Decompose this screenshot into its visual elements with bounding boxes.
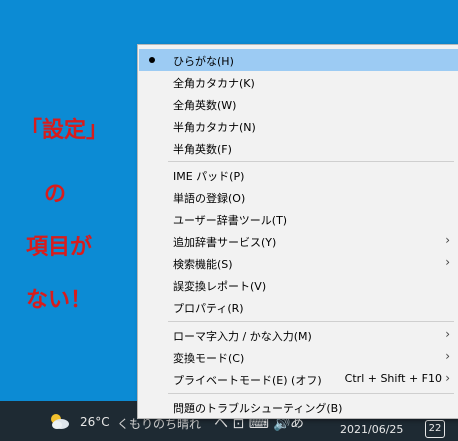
menu-item-label: 問題のトラブルシューティング(B) bbox=[173, 402, 343, 415]
chevron-right-icon: › bbox=[445, 233, 450, 247]
menu-item-search-function[interactable]: 検索機能(S) › bbox=[139, 252, 458, 274]
menu-item-label: 全角カタカナ(K) bbox=[173, 77, 255, 90]
chevron-right-icon: › bbox=[445, 327, 450, 341]
menu-separator bbox=[168, 321, 454, 322]
menu-item-fullwidth-katakana[interactable]: 全角カタカナ(K) bbox=[139, 71, 458, 93]
menu-item-label: プロパティ(R) bbox=[173, 302, 244, 315]
menu-item-additional-dictionary-service[interactable]: 追加辞書サービス(Y) › bbox=[139, 230, 458, 252]
chevron-right-icon: › bbox=[445, 349, 450, 363]
weather-temperature[interactable]: 26°C bbox=[80, 415, 110, 429]
menu-item-properties[interactable]: プロパティ(R) bbox=[139, 296, 458, 318]
menu-item-label: 検索機能(S) bbox=[173, 258, 233, 271]
menu-item-label: ローマ字入力 / かな入力(M) bbox=[173, 330, 312, 343]
menu-item-word-registration[interactable]: 単語の登録(O) bbox=[139, 186, 458, 208]
menu-item-shortcut: Ctrl + Shift + F10 bbox=[344, 372, 442, 385]
menu-item-conversion-mode[interactable]: 変換モード(C) › bbox=[139, 346, 458, 368]
notification-badge[interactable]: 22 bbox=[425, 420, 445, 438]
menu-item-hiragana[interactable]: ひらがな(H) bbox=[139, 49, 458, 71]
menu-item-label: 誤変換レポート(V) bbox=[173, 280, 267, 293]
menu-separator bbox=[168, 161, 454, 162]
annotation-line-3: 項目が bbox=[26, 235, 93, 260]
taskbar-date[interactable]: 2021/06/25 bbox=[340, 423, 403, 436]
menu-item-user-dictionary-tool[interactable]: ユーザー辞書ツール(T) bbox=[139, 208, 458, 230]
radio-selected-icon bbox=[149, 57, 155, 63]
chevron-right-icon: › bbox=[445, 255, 450, 269]
menu-item-label: ひらがな(H) bbox=[173, 55, 234, 68]
annotation-line-4: ない！ bbox=[26, 288, 93, 313]
menu-item-label: IME パッド(P) bbox=[173, 170, 245, 183]
menu-item-label: 単語の登録(O) bbox=[173, 192, 246, 205]
menu-item-conversion-error-report[interactable]: 誤変換レポート(V) bbox=[139, 274, 458, 296]
annotation-line-1: 「設定」 bbox=[20, 118, 109, 143]
menu-item-label: 半角カタカナ(N) bbox=[173, 121, 256, 134]
menu-item-ime-pad[interactable]: IME パッド(P) bbox=[139, 164, 458, 186]
menu-item-label: 半角英数(F) bbox=[173, 143, 232, 156]
menu-item-label: 全角英数(W) bbox=[173, 99, 237, 112]
chevron-right-icon: › bbox=[445, 371, 450, 385]
menu-item-label: ユーザー辞書ツール(T) bbox=[173, 214, 288, 227]
menu-item-halfwidth-alphanumeric[interactable]: 半角英数(F) bbox=[139, 137, 458, 159]
ime-context-menu: ひらがな(H) 全角カタカナ(K) 全角英数(W) 半角カタカナ(N) 半角英数… bbox=[137, 44, 458, 419]
menu-item-troubleshooting[interactable]: 問題のトラブルシューティング(B) bbox=[139, 396, 458, 418]
partly-cloudy-icon[interactable] bbox=[48, 411, 70, 431]
menu-item-romaji-kana-input[interactable]: ローマ字入力 / かな入力(M) › bbox=[139, 324, 458, 346]
menu-item-label: 変換モード(C) bbox=[173, 352, 245, 365]
menu-separator bbox=[168, 393, 454, 394]
annotation-line-2: の bbox=[44, 182, 67, 207]
menu-item-label: プライベートモード(E) (オフ) bbox=[173, 374, 322, 387]
menu-item-fullwidth-alphanumeric[interactable]: 全角英数(W) bbox=[139, 93, 458, 115]
menu-item-private-mode[interactable]: プライベートモード(E) (オフ) Ctrl + Shift + F10 › bbox=[139, 368, 458, 390]
menu-item-label: 追加辞書サービス(Y) bbox=[173, 236, 277, 249]
menu-item-halfwidth-katakana[interactable]: 半角カタカナ(N) bbox=[139, 115, 458, 137]
